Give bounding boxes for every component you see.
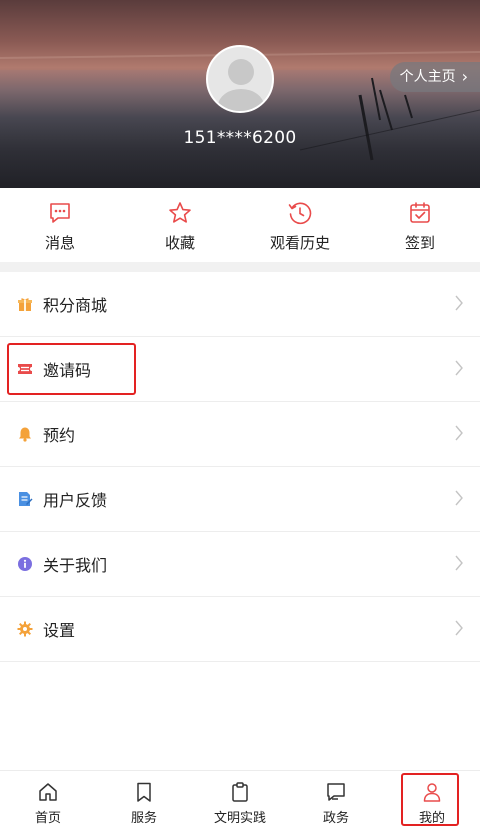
tab-label: 首页 — [34, 811, 61, 826]
menu-item-appointment[interactable]: 预约 — [0, 402, 480, 467]
message-icon — [50, 203, 70, 223]
menu-item-label: 预约 — [43, 426, 76, 445]
tab-label: 文明实践 — [213, 811, 266, 826]
quick-action-label: 消息 — [44, 234, 75, 252]
chevron-right-icon: › — [461, 67, 468, 86]
quick-action-favorites[interactable]: 收藏 — [120, 188, 240, 262]
menu-item-about-us[interactable]: 关于我们 — [0, 532, 480, 597]
menu-item-settings[interactable]: 设置 — [0, 597, 480, 662]
tab-label: 服务 — [130, 811, 157, 826]
avatar[interactable] — [206, 45, 274, 113]
info-icon — [17, 556, 33, 572]
chevron-right-icon — [455, 620, 463, 636]
tab-mine[interactable]: 我的 — [384, 771, 480, 828]
tab-home[interactable]: 首页 — [0, 771, 96, 828]
home-icon — [39, 783, 57, 801]
quick-action-messages[interactable]: 消息 — [0, 188, 120, 262]
tab-civilization-practice[interactable]: 文明实践 — [192, 771, 288, 828]
calendar-check-icon — [410, 202, 430, 223]
tab-government-affairs[interactable]: 政务 — [288, 771, 384, 828]
chevron-right-icon — [455, 555, 463, 571]
bottom-tab-bar: 首页 服务 文明实践 政务 我的 — [0, 770, 480, 828]
menu-item-label: 设置 — [43, 621, 76, 640]
chevron-right-icon — [455, 360, 463, 376]
phone-number: 151****6200 — [183, 128, 297, 148]
menu-item-points-mall[interactable]: 积分商城 — [0, 272, 480, 337]
quick-action-label: 观看历史 — [269, 234, 330, 252]
tab-label: 我的 — [418, 811, 445, 826]
profile-header: 151****6200 个人主页 › — [0, 0, 480, 188]
chevron-right-icon — [455, 490, 463, 506]
feedback-doc-icon — [17, 491, 33, 507]
tab-services[interactable]: 服务 — [96, 771, 192, 828]
quick-action-history[interactable]: 观看历史 — [240, 188, 360, 262]
quick-action-checkin[interactable]: 签到 — [360, 188, 480, 262]
menu-item-feedback[interactable]: 用户反馈 — [0, 467, 480, 532]
menu-item-label: 邀请码 — [43, 361, 92, 380]
personal-homepage-label: 个人主页 — [399, 69, 456, 85]
chevron-right-icon — [455, 425, 463, 441]
user-icon — [423, 783, 441, 802]
bell-icon — [17, 426, 33, 442]
quick-action-label: 收藏 — [164, 234, 195, 252]
clipboard-icon — [232, 782, 248, 802]
quick-action-label: 签到 — [404, 234, 435, 252]
gift-icon — [17, 296, 33, 312]
quick-actions: 消息 收藏 观看历史 签到 — [0, 188, 480, 262]
menu-item-label: 关于我们 — [43, 556, 108, 575]
chat-icon — [327, 783, 345, 801]
menu-item-label: 用户反馈 — [43, 491, 108, 510]
chevron-right-icon — [455, 295, 463, 311]
star-icon — [169, 202, 191, 223]
gear-icon — [17, 621, 33, 637]
bookmark-icon — [137, 782, 151, 802]
settings-menu: 积分商城 邀请码 预约 用户反馈 关于我们 设置 — [0, 272, 480, 662]
menu-item-label: 积分商城 — [43, 296, 108, 315]
ticket-icon — [17, 361, 33, 377]
menu-item-invite-code[interactable]: 邀请码 — [0, 337, 480, 402]
personal-homepage-button[interactable]: 个人主页 › — [389, 62, 480, 92]
section-divider — [0, 262, 480, 272]
history-icon — [288, 202, 312, 225]
tab-label: 政务 — [322, 811, 349, 826]
